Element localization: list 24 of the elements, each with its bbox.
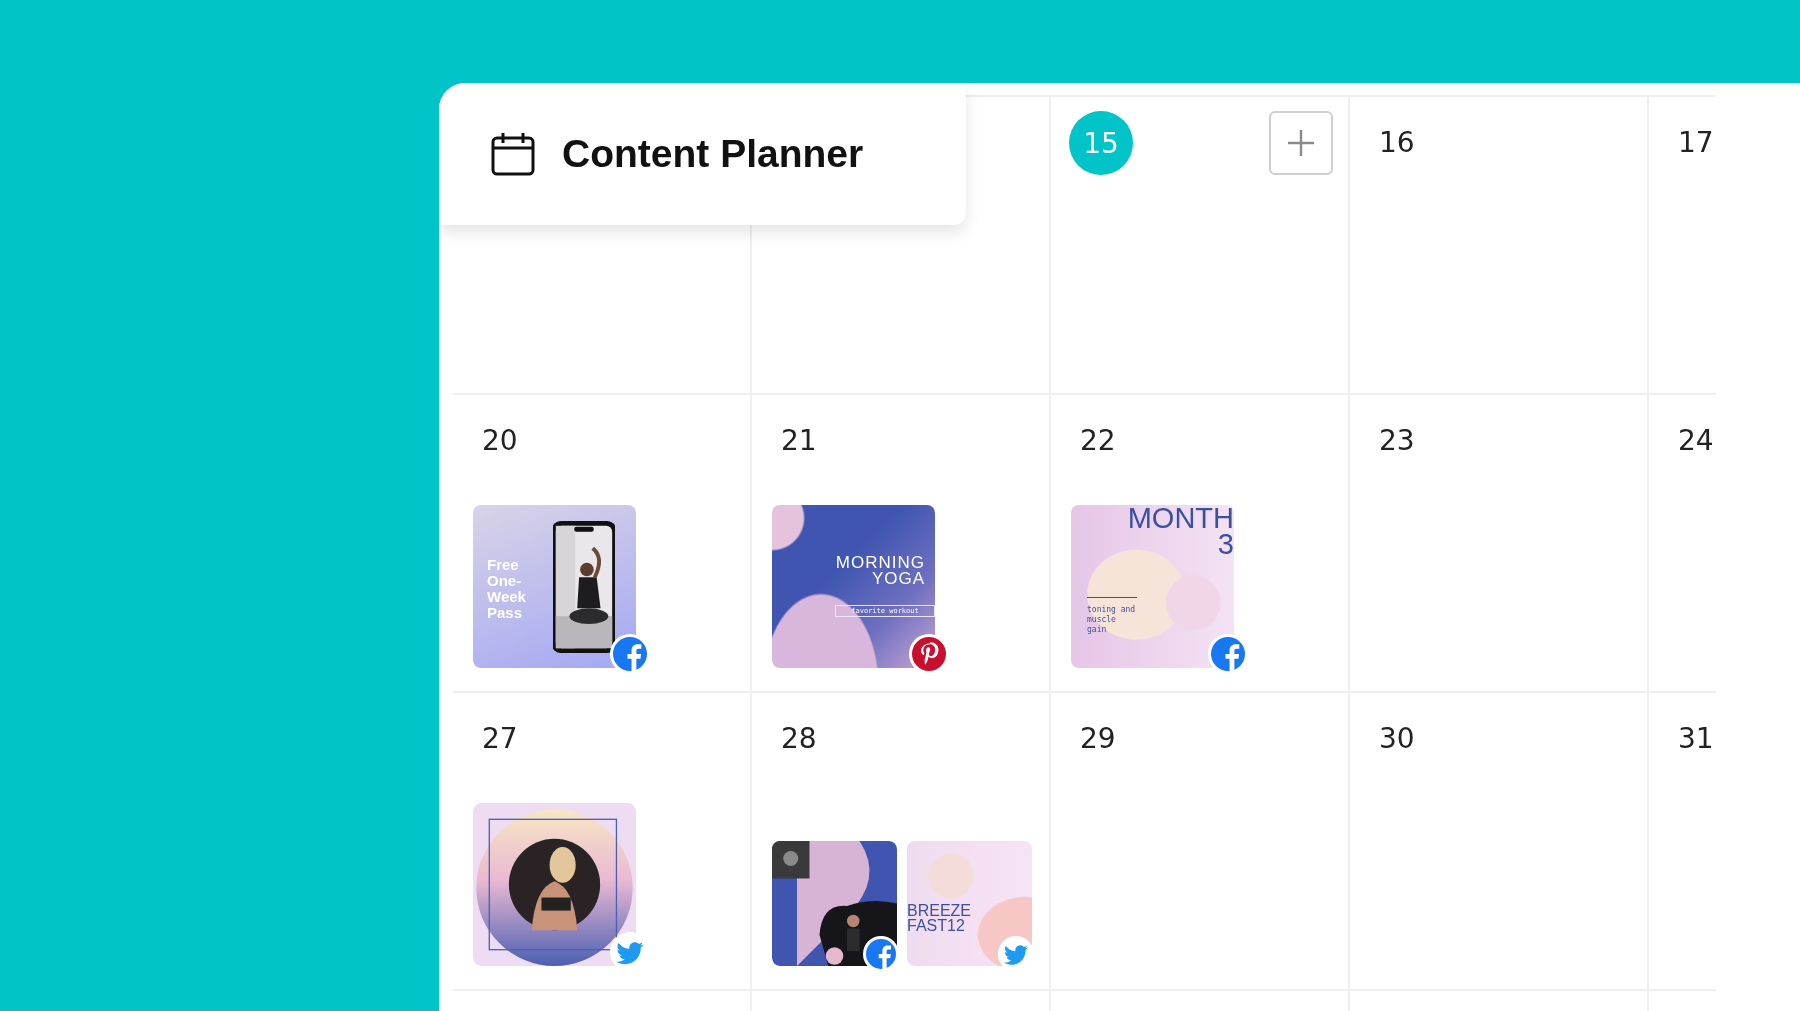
post-thumbnail[interactable]: MONTH 3 toning and muscle gain [1071,505,1234,668]
day-number: 23 [1378,423,1415,459]
post-title: MORNING YOGA [834,555,925,587]
day-number: 17 [1677,125,1714,161]
day-number: 27 [481,721,518,757]
day-number: 21 [780,423,817,459]
post-title: Free One-Week Pass [487,557,527,621]
day-number: 16 [1378,125,1415,161]
day-number: 31 [1677,721,1714,757]
post-title: MONTH 3 [1126,505,1234,557]
day-number: 30 [1378,721,1415,757]
calendar-icon [490,131,536,177]
day-number: 29 [1079,721,1116,757]
post-title: BREEZE FAST12 [907,903,972,933]
post-subtitle: toning and muscle gain [1087,597,1137,635]
day-number: 24 [1677,423,1714,459]
today-date: 15 [1069,111,1133,175]
page-title: Content Planner [562,132,864,176]
post-thumbnail[interactable]: BREEZE FAST12 [907,841,1032,966]
day-number: 20 [481,423,518,459]
plus-icon [1286,128,1316,158]
day-number: 28 [780,721,817,757]
day-number: 22 [1079,423,1116,459]
add-button[interactable] [1269,111,1333,175]
